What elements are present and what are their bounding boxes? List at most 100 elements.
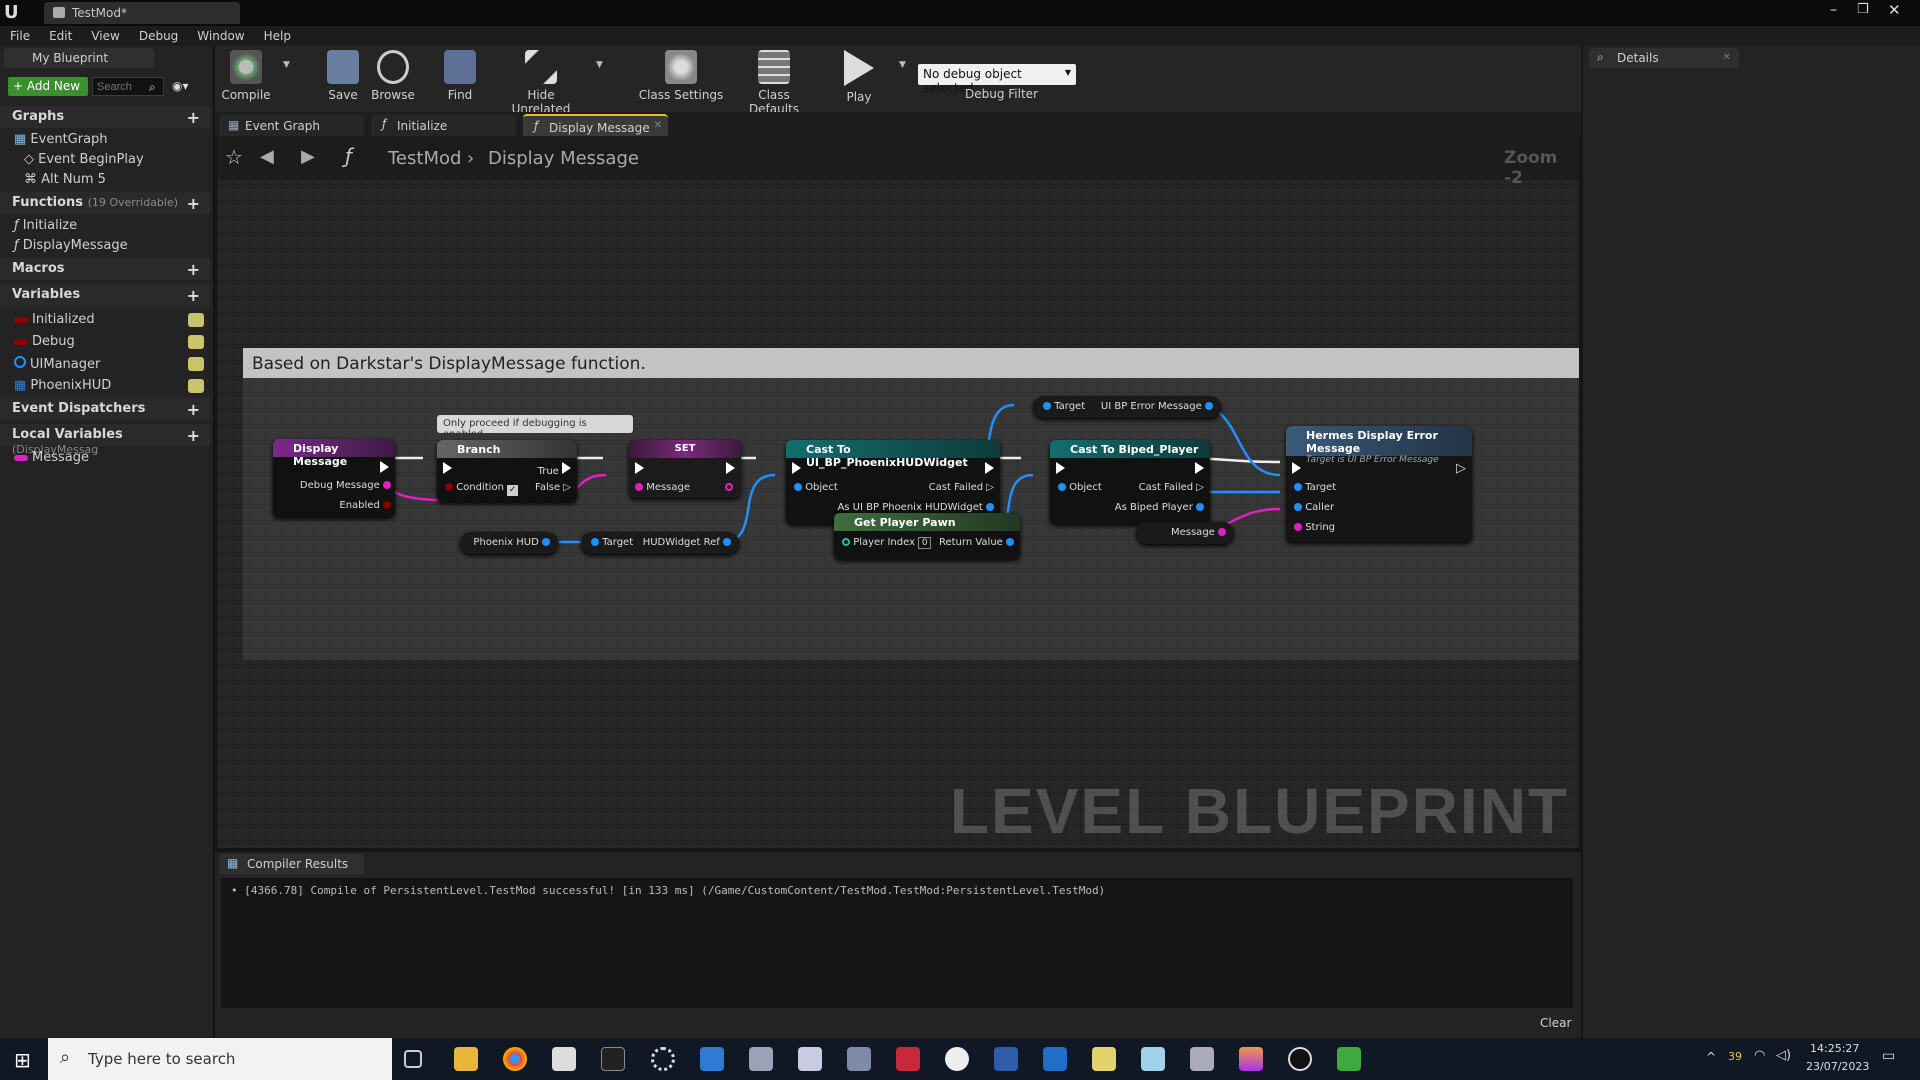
forward-arrow-icon[interactable]: ▶ xyxy=(301,146,315,167)
node-branch[interactable]: Branch True Condition ✓ False ▷ xyxy=(437,440,577,502)
functions-header[interactable]: Functions (19 Overridable) + xyxy=(0,192,210,214)
graph-editor-canvas[interactable]: ☆ ◀ ▶ ƒ TestMod › Display Message Zoom -… xyxy=(217,136,1579,848)
pin-caller[interactable]: Caller xyxy=(1294,502,1334,513)
pin-message[interactable]: Message xyxy=(635,482,690,493)
variable-item-phoenixhud[interactable]: ▦ PhoenixHUD xyxy=(14,378,111,393)
pin-cast-failed[interactable]: Cast Failed ▷ xyxy=(1139,482,1204,493)
comment-box[interactable]: Based on Darkstar's DisplayMessage funct… xyxy=(243,348,1579,660)
pin-as-hud-widget[interactable]: As UI BP Phoenix HUDWidget xyxy=(837,502,994,513)
exec-in-pin[interactable] xyxy=(443,462,452,477)
settings-gear-icon[interactable] xyxy=(651,1047,675,1071)
taskbar-search-box[interactable]: ⌕ Type here to search xyxy=(48,1038,392,1080)
pin-condition[interactable]: Condition ✓ xyxy=(445,482,519,496)
add-local-variable-icon[interactable]: + xyxy=(187,426,200,445)
compile-button[interactable]: Compile xyxy=(221,50,271,102)
app-icon[interactable] xyxy=(1141,1047,1165,1071)
play-button[interactable]: Play xyxy=(839,50,879,104)
local-variables-header[interactable]: Local Variables (DisplayMessag + xyxy=(0,424,210,456)
node-display-message[interactable]: Display Message Debug Message Enabled xyxy=(273,439,395,517)
document-tab[interactable]: TestMod* xyxy=(44,2,240,24)
add-variable-icon[interactable]: + xyxy=(187,286,200,305)
pin-player-index[interactable]: Player Index 0 xyxy=(842,537,932,549)
unreal-engine-taskbar-icon[interactable] xyxy=(1288,1047,1312,1071)
volume-icon[interactable]: ◁) xyxy=(1776,1048,1791,1063)
app-icon[interactable] xyxy=(1190,1047,1214,1071)
macros-header[interactable]: Macros + xyxy=(0,258,210,280)
exec-in-pin[interactable] xyxy=(635,462,644,477)
function-item-displaymessage[interactable]: ƒ DisplayMessage xyxy=(14,238,128,253)
variable-item-initialized[interactable]: Initialized xyxy=(14,312,95,327)
tree-item-altnum5[interactable]: ⌘ Alt Num 5 xyxy=(24,172,106,187)
exec-out-pin[interactable] xyxy=(1195,462,1204,477)
tab-initialize[interactable]: ƒ Initialize xyxy=(371,114,516,136)
pin-target[interactable]: Target xyxy=(1294,482,1336,493)
close-tab-icon[interactable]: ✕ xyxy=(654,120,662,131)
node-set[interactable]: SET Message xyxy=(629,440,741,498)
app-icon[interactable] xyxy=(700,1047,724,1071)
task-view-icon[interactable] xyxy=(404,1050,422,1068)
compiler-results-tab[interactable]: ▦ Compiler Results xyxy=(219,854,364,874)
save-button[interactable]: Save xyxy=(323,50,363,102)
menu-window[interactable]: Window xyxy=(187,26,253,43)
player-index-field[interactable]: 0 xyxy=(918,537,932,549)
breadcrumb-root[interactable]: TestMod xyxy=(388,148,461,169)
add-dispatcher-icon[interactable]: + xyxy=(187,400,200,419)
class-settings-button[interactable]: Class Settings xyxy=(638,50,724,102)
exec-out-pin[interactable] xyxy=(726,462,735,477)
hide-unrelated-chevron-icon[interactable]: ▼ xyxy=(596,60,603,70)
pin-phoenix-hud[interactable]: Phoenix HUD xyxy=(473,537,550,548)
pin-return-value[interactable]: Return Value xyxy=(939,537,1014,548)
tab-event-graph[interactable]: ▦ Event Graph xyxy=(219,114,364,136)
node-hermes-display-error[interactable]: Hermes Display Error Message Target is U… xyxy=(1286,426,1472,542)
variable-item-debug[interactable]: Debug xyxy=(14,334,75,349)
node-error-message-getter[interactable]: Target UI BP Error Message xyxy=(1033,396,1221,418)
tree-item-eventgraph[interactable]: ▦ EventGraph xyxy=(14,132,108,147)
app-icon[interactable] xyxy=(1239,1047,1263,1071)
app-icon[interactable] xyxy=(749,1047,773,1071)
app-icon[interactable] xyxy=(798,1047,822,1071)
add-function-icon[interactable]: + xyxy=(187,194,200,213)
pin-ui-bp-error-message[interactable]: UI BP Error Message xyxy=(1101,401,1213,412)
browse-button[interactable]: Browse xyxy=(370,50,416,102)
search-icon[interactable]: ⌕ xyxy=(149,80,156,95)
menu-edit[interactable]: Edit xyxy=(39,26,81,43)
app-icon[interactable] xyxy=(1092,1047,1116,1071)
menu-file[interactable]: File xyxy=(0,26,39,43)
condition-checkbox[interactable]: ✓ xyxy=(507,485,519,496)
visibility-eye-icon[interactable] xyxy=(188,313,204,327)
variable-item-uimanager[interactable]: UIManager xyxy=(14,356,100,372)
pin-true[interactable]: True xyxy=(538,462,571,477)
node-cast-hud-widget[interactable]: Cast To UI_BP_PhoenixHUDWidget Object Ca… xyxy=(786,440,1000,524)
terminal-icon[interactable] xyxy=(601,1047,625,1071)
hide-unrelated-button[interactable]: Hide Unrelated xyxy=(498,50,584,116)
tray-chevron-icon[interactable]: ^ xyxy=(1706,1050,1716,1064)
visibility-eye-icon[interactable] xyxy=(188,379,204,393)
close-button[interactable]: ✕ xyxy=(1888,1,1901,19)
pin-target[interactable]: Target xyxy=(1043,401,1085,412)
find-button[interactable]: Find xyxy=(442,50,478,102)
clear-button[interactable]: Clear xyxy=(1540,1016,1571,1030)
menu-view[interactable]: View xyxy=(81,26,128,43)
details-tab[interactable]: ⌕ Details ✕ xyxy=(1589,48,1739,68)
my-blueprint-tab[interactable]: My Blueprint xyxy=(4,48,154,68)
exec-in-pin[interactable] xyxy=(792,462,801,477)
app-icon[interactable] xyxy=(1337,1047,1361,1071)
add-macro-icon[interactable]: + xyxy=(187,260,200,279)
function-item-initialize[interactable]: ƒ Initialize xyxy=(14,218,77,233)
add-new-button[interactable]: + Add New xyxy=(8,77,88,96)
notepad-icon[interactable] xyxy=(552,1047,576,1071)
pin-string[interactable]: String xyxy=(1294,522,1335,533)
node-cast-biped-player[interactable]: Cast To Biped_Player Object Cast Failed … xyxy=(1050,440,1210,524)
pin-object[interactable]: Object xyxy=(794,482,838,493)
play-options-chevron-icon[interactable]: ▼ xyxy=(899,60,906,70)
exec-out-pin[interactable] xyxy=(985,462,994,477)
minimize-button[interactable]: – xyxy=(1830,2,1837,18)
app-icon[interactable] xyxy=(847,1047,871,1071)
close-tab-icon[interactable]: ✕ xyxy=(1723,52,1731,63)
clock-time[interactable]: 14:25:27 xyxy=(1810,1042,1859,1055)
visibility-eye-icon[interactable] xyxy=(188,335,204,349)
exec-in-pin[interactable] xyxy=(1292,462,1301,477)
pin-object[interactable]: Object xyxy=(1058,482,1102,493)
app-icon[interactable] xyxy=(994,1047,1018,1071)
class-defaults-button[interactable]: Class Defaults xyxy=(732,50,816,116)
